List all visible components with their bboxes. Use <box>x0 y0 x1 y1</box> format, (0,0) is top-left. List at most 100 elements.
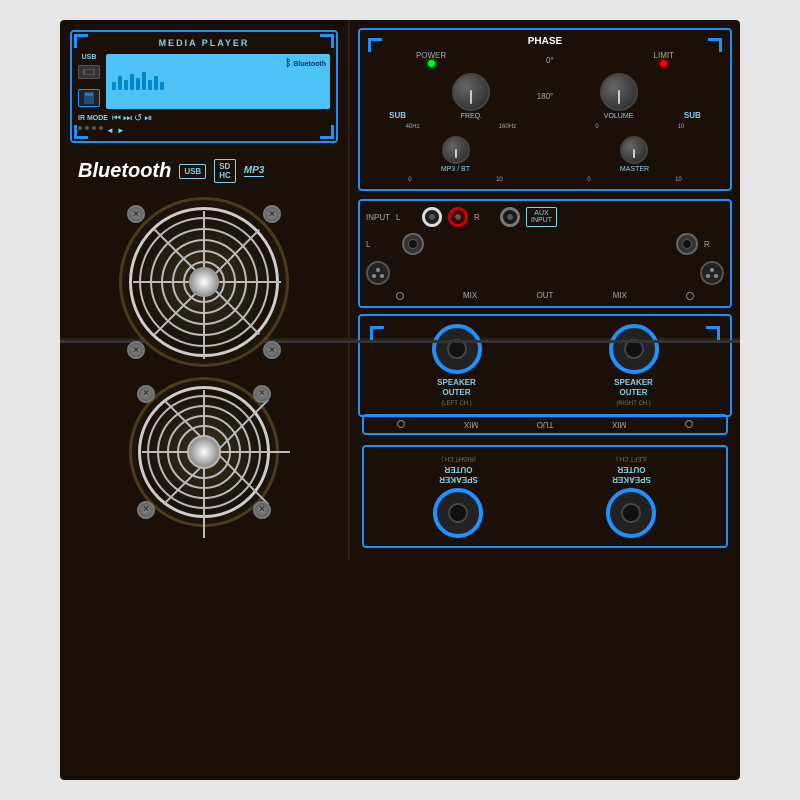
out-label: OUT <box>537 291 554 300</box>
scale-mp3-10: 10 <box>496 177 503 183</box>
ir-mode-label: IR MODE <box>78 115 108 122</box>
bottom-knobs-row: MP3 / BT MASTER <box>366 136 724 173</box>
fan-container <box>119 197 289 367</box>
mp3bt-knob[interactable] <box>442 136 470 164</box>
jack-right[interactable] <box>676 233 698 255</box>
controls-row: IR MODE ⏮ ⏭ ↺ ⏯ <box>78 113 330 124</box>
right-panel: PHASE POWER 0° LIMIT SUB <box>350 20 740 338</box>
next-button[interactable]: ⏭ <box>123 113 132 124</box>
bottom-speaker-left-label: SPEAKEROUTER <box>612 465 651 484</box>
middle-right: SPEAKEROUTER (LEFT CH.) SPEAKEROUTER (RI… <box>350 343 740 560</box>
o-circle-left <box>396 292 404 300</box>
jack-left-label: L <box>366 240 396 249</box>
sd-card-slot[interactable] <box>78 89 100 107</box>
sub-left-label: SUB <box>389 111 406 120</box>
xlr-row <box>366 261 724 285</box>
bluetooth-badge: ᛒ Bluetooth <box>285 58 326 69</box>
bottom-speaker-right-sub: (RIGHT CH.) <box>441 455 476 461</box>
xlr-dots <box>706 268 718 278</box>
scale-vol-10: 10 <box>678 124 685 130</box>
freq-label: FREQ. <box>461 113 482 120</box>
xlr-dot <box>714 274 718 278</box>
media-player-box: MEDIA PLAYER USB <box>70 30 338 143</box>
phase-title: PHASE <box>366 36 724 47</box>
xlr-dot <box>372 274 376 278</box>
volume-label: VOLUME <box>604 113 634 120</box>
spk-corner-tr <box>706 326 720 340</box>
bottom-speaker-connector-left[interactable] <box>607 488 657 538</box>
xlr-right[interactable] <box>700 261 724 285</box>
io-section: INPUT L R AUXINPUT L <box>358 199 732 308</box>
led-green <box>428 60 435 67</box>
xlr-dot <box>376 268 380 272</box>
xlr-dot <box>380 274 384 278</box>
volume-knob[interactable] <box>600 73 638 111</box>
lcd-bar <box>148 80 152 90</box>
play-pause-button[interactable]: ⏯ <box>144 113 152 124</box>
lcd-bars <box>110 72 326 92</box>
power-label: POWER <box>416 51 446 69</box>
left-panel: MEDIA PLAYER USB <box>60 20 350 338</box>
sd-badge: SDHC <box>214 159 236 183</box>
corner-tr <box>320 34 334 48</box>
bottom-right-mirrored: SPEAKEROUTER (LEFT CH.) SPEAKEROUTER (RI… <box>358 351 732 552</box>
bottom-mix-label-left: MIX <box>612 420 626 429</box>
bottom-o-circle-right <box>397 420 405 428</box>
bottom-mix-row: MIX TUO MIX <box>368 420 722 429</box>
fan-grill <box>129 207 279 357</box>
phase-labels: POWER 0° LIMIT <box>366 51 724 69</box>
screw-tl <box>127 205 145 223</box>
media-player-inner: USB <box>78 54 330 109</box>
rca-right-red[interactable] <box>448 207 468 227</box>
vol-down[interactable]: ◄ <box>106 126 114 135</box>
bluetooth-icon: ᛒ <box>285 58 291 69</box>
jack-inner <box>408 239 418 249</box>
led-red <box>660 60 667 67</box>
screw-bl <box>127 341 145 359</box>
limit-label: LIMIT <box>654 51 674 69</box>
media-player-title: MEDIA PLAYER <box>78 38 330 48</box>
jack-left[interactable] <box>402 233 424 255</box>
mp3bt-label: MP3 / BT <box>441 166 470 173</box>
mix-label-right: MIX <box>613 291 627 300</box>
rca-inner <box>455 214 461 220</box>
lcd-bar <box>154 76 158 90</box>
prev-button[interactable]: ⏮ <box>112 113 121 124</box>
vol-up[interactable]: ► <box>117 126 125 135</box>
freq-knob[interactable] <box>452 73 490 111</box>
amplifier-device: MEDIA PLAYER USB <box>60 20 740 780</box>
bottom-speaker-connector-right[interactable] <box>434 488 484 538</box>
mix-label-left: MIX <box>463 291 477 300</box>
fan2-screw-bl <box>137 501 155 519</box>
usb-port[interactable] <box>78 65 100 79</box>
rca-left-white[interactable] <box>422 207 442 227</box>
fan2-screw-tl <box>137 385 155 403</box>
bottom-o-circle-left <box>685 420 693 428</box>
bluetooth-section: Bluetooth USB SDHC MP3 <box>70 155 338 187</box>
usb-label: USB <box>82 54 97 61</box>
bottom-speaker-section: SPEAKEROUTER (LEFT CH.) SPEAKEROUTER (RI… <box>362 445 728 548</box>
bottom-io-section: MIX TUO MIX <box>362 414 728 435</box>
o-circle-right <box>686 292 694 300</box>
master-label: MASTER <box>620 166 649 173</box>
scale-master-10: 10 <box>675 177 682 183</box>
bottom-speaker-row: SPEAKEROUTER (LEFT CH.) SPEAKEROUTER (RI… <box>372 455 718 538</box>
repeat-button[interactable]: ↺ <box>134 113 142 124</box>
lcd-bar <box>160 82 164 90</box>
rca-aux[interactable] <box>500 207 520 227</box>
bottom-speaker-conn-inner <box>622 503 642 523</box>
lcd-bar <box>118 76 122 90</box>
xlr-left[interactable] <box>366 261 390 285</box>
master-knob[interactable] <box>620 136 648 164</box>
left-label: L <box>396 213 416 222</box>
xlr-dots-row <box>706 274 718 278</box>
lcd-display: ᛒ Bluetooth <box>106 54 330 109</box>
lcd-bar <box>124 80 128 90</box>
bottom-speaker-conn-inner <box>449 503 469 523</box>
scale-40hz: 40Hz <box>406 124 420 130</box>
scale-row-top: 40Hz 160Hz 0 10 <box>366 124 724 130</box>
lcd-bar <box>130 74 134 90</box>
usb-badge: USB <box>179 164 206 179</box>
xlr-dots-row <box>372 274 384 278</box>
xlr-dot <box>710 268 714 272</box>
